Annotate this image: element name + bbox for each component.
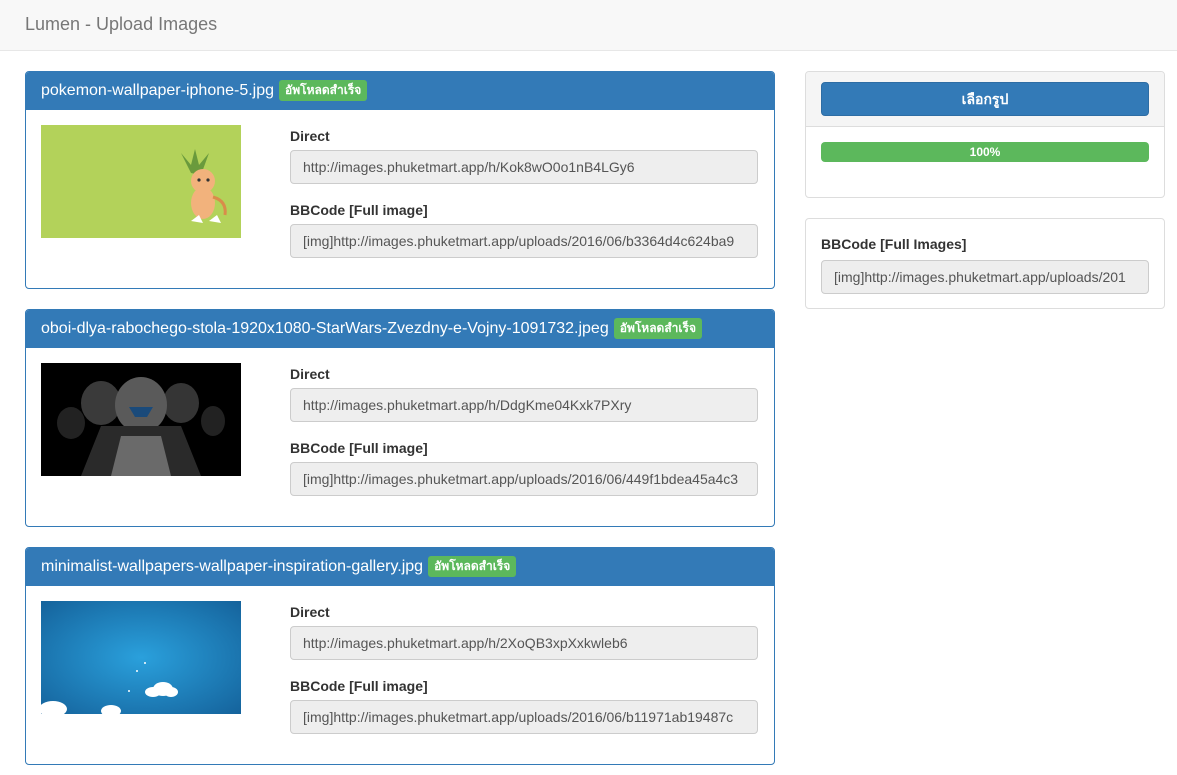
upload-control-heading: เลือกรูป bbox=[806, 72, 1164, 127]
bbcode-field[interactable]: [img]http://images.phuketmart.app/upload… bbox=[290, 700, 758, 734]
bbcode-all-field[interactable]: [img]http://images.phuketmart.app/upload… bbox=[821, 260, 1149, 294]
upload-filename: oboi-dlya-rabochego-stola-1920x1080-Star… bbox=[41, 319, 609, 337]
starwars-image bbox=[41, 363, 241, 476]
pokemon-image bbox=[41, 125, 241, 238]
choose-image-button[interactable]: เลือกรูป bbox=[821, 82, 1149, 116]
upload-card-heading: minimalist-wallpapers-wallpaper-inspirat… bbox=[26, 548, 774, 586]
upload-progress: 100% bbox=[821, 142, 1149, 162]
upload-status-badge: อัพโหลดสำเร็จ bbox=[428, 556, 517, 577]
direct-url-field[interactable]: http://images.phuketmart.app/h/2XoQB3xpX… bbox=[290, 626, 758, 660]
upload-card: minimalist-wallpapers-wallpaper-inspirat… bbox=[25, 547, 775, 765]
upload-card: pokemon-wallpaper-iphone-5.jpg อัพโหลดสำ… bbox=[25, 71, 775, 289]
direct-url-field[interactable]: http://images.phuketmart.app/h/DdgKme04K… bbox=[290, 388, 758, 422]
upload-filename: minimalist-wallpapers-wallpaper-inspirat… bbox=[41, 557, 424, 575]
direct-label: Direct bbox=[290, 604, 330, 620]
bbcode-label: BBCode [Full image] bbox=[290, 678, 428, 694]
bbcode-label: BBCode [Full image] bbox=[290, 440, 428, 456]
bbcode-all-panel: BBCode [Full Images] [img]http://images.… bbox=[805, 218, 1165, 309]
upload-progress-bar: 100% bbox=[821, 142, 1149, 162]
upload-control-panel: เลือกรูป 100% bbox=[805, 71, 1165, 198]
direct-url-field[interactable]: http://images.phuketmart.app/h/Kok8wO0o1… bbox=[290, 150, 758, 184]
upload-thumbnail[interactable] bbox=[41, 363, 241, 476]
navbar: Lumen - Upload Images bbox=[0, 0, 1177, 51]
upload-thumbnail[interactable] bbox=[41, 125, 241, 238]
upload-card-heading: oboi-dlya-rabochego-stola-1920x1080-Star… bbox=[26, 310, 774, 348]
upload-card: oboi-dlya-rabochego-stola-1920x1080-Star… bbox=[25, 309, 775, 527]
bbcode-field[interactable]: [img]http://images.phuketmart.app/upload… bbox=[290, 462, 758, 496]
upload-thumbnail[interactable] bbox=[41, 601, 241, 714]
bbcode-field[interactable]: [img]http://images.phuketmart.app/upload… bbox=[290, 224, 758, 258]
upload-filename: pokemon-wallpaper-iphone-5.jpg bbox=[41, 81, 275, 99]
app-title[interactable]: Lumen - Upload Images bbox=[25, 14, 217, 35]
direct-label: Direct bbox=[290, 366, 330, 382]
upload-status-badge: อัพโหลดสำเร็จ bbox=[613, 318, 702, 339]
upload-card-heading: pokemon-wallpaper-iphone-5.jpg อัพโหลดสำ… bbox=[26, 72, 774, 110]
bbcode-label: BBCode [Full image] bbox=[290, 202, 428, 218]
direct-label: Direct bbox=[290, 128, 330, 144]
upload-status-badge: อัพโหลดสำเร็จ bbox=[279, 80, 368, 101]
minimalist-image bbox=[41, 601, 241, 714]
bbcode-all-label: BBCode [Full Images] bbox=[821, 236, 967, 252]
